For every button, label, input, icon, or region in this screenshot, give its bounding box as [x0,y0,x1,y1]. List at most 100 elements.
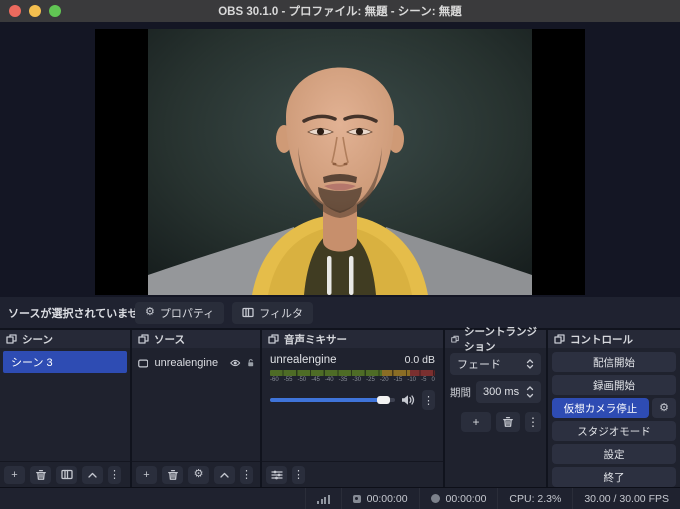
audio-sliders-icon [271,469,283,481]
controls-dock-header[interactable]: コントロール [548,330,680,348]
dock-icon [6,334,17,345]
virtual-camera-settings-button[interactable]: ⚙ [652,398,676,418]
obs-window: OBS 30.1.0 - プロファイル: 無題 - シーン: 無題 [0,0,680,509]
cpu-usage-value: CPU: 2.3% [509,493,561,505]
mixer-channel-name: unrealengine [270,354,337,366]
duration-value: 300 ms [483,386,519,398]
mixer-channel-menu-button[interactable]: ⋮ [422,390,435,410]
filter-icon [242,307,254,318]
studio-mode-button[interactable]: スタジオモード [552,421,676,441]
controls-dock-title: コントロール [570,332,633,347]
source-item-label: unrealengine [154,357,218,369]
dock-icon [138,334,149,345]
scene-filters-button[interactable] [56,466,77,484]
scenes-dock-title: シーン [22,332,53,347]
sources-dock: ソース unrealengine + ⚙ [132,330,260,487]
dock-icon [554,334,565,345]
stream-status-icon [353,495,361,503]
sources-dock-toolbar: + ⚙ ⋮ [132,461,260,487]
add-scene-button[interactable]: + [4,466,25,484]
scenes-dock-header[interactable]: シーン [0,330,130,348]
vertical-dots-icon: ⋮ [109,468,120,481]
start-recording-button[interactable]: 録画開始 [552,375,676,395]
gear-icon: ⚙ [194,469,204,480]
video-source-unrealengine[interactable] [148,29,532,295]
vertical-dots-icon: ⋮ [527,415,539,429]
settings-button[interactable]: 設定 [552,444,676,464]
vertical-dots-icon: ⋮ [423,394,434,407]
filter-icon [61,469,73,480]
properties-button-label: プロパティ [160,305,214,321]
trash-icon [35,469,47,481]
volume-slider-handle[interactable] [377,396,390,404]
dock-icon [451,334,459,345]
visibility-eye-icon[interactable] [230,358,240,368]
gear-icon: ⚙ [659,403,669,414]
scene-transitions-dock-header[interactable]: シーントランジション [445,330,546,348]
sources-more-button[interactable]: ⋮ [240,466,253,484]
titlebar: OBS 30.1.0 - プロファイル: 無題 - シーン: 無題 [0,0,680,22]
scenes-more-button[interactable]: ⋮ [108,466,121,484]
vertical-dots-icon: ⋮ [241,468,252,481]
transition-select[interactable]: フェード [450,353,541,375]
add-source-button[interactable]: + [136,466,157,484]
close-window-button[interactable] [9,5,21,17]
dock-icon [268,334,279,345]
chevron-up-icon [87,471,98,479]
display-capture-icon [138,358,148,369]
record-status-icon [431,494,440,503]
exit-button[interactable]: 終了 [552,467,676,487]
no-source-selected-text: ソースが選択されていません [8,305,150,321]
audio-mixer-dock-header[interactable]: 音声ミキサー [262,330,443,348]
digital-human-render [148,29,532,295]
scenes-dock: シーン シーン 3 + ⋮ [0,330,130,487]
preview-area[interactable] [0,22,680,297]
source-list-item[interactable]: unrealengine [138,353,254,373]
mixer-dock-toolbar: ⋮ [262,461,443,487]
scene-list-item-selected[interactable]: シーン 3 [3,351,127,373]
scene-transitions-dock-title: シーントランジション [464,324,540,354]
remove-source-button[interactable] [162,466,183,484]
record-timer: 00:00:00 [419,488,498,509]
scenes-dock-toolbar: + ⋮ [0,461,130,487]
mixer-more-button[interactable]: ⋮ [292,466,305,484]
remove-scene-button[interactable] [30,466,51,484]
start-streaming-button[interactable]: 配信開始 [552,352,676,372]
remove-transition-button[interactable] [496,412,520,432]
gear-icon: ⚙ [145,307,155,318]
audio-mixer-dock-title: 音声ミキサー [284,332,347,347]
chevron-up-icon [219,471,230,479]
meter-scale: -60-55 -50-45 -40-35 -30-25 -20-15 -10-5… [270,377,435,383]
spin-arrows-icon[interactable] [526,385,534,399]
filters-button[interactable]: フィルタ [232,302,313,324]
record-time-value: 00:00:00 [446,493,487,505]
window-title: OBS 30.1.0 - プロファイル: 無題 - シーン: 無題 [218,3,462,19]
properties-button[interactable]: ⚙ プロパティ [135,302,224,324]
move-source-up-button[interactable] [214,466,235,484]
preview-canvas[interactable] [95,29,585,295]
move-scene-up-button[interactable] [82,466,103,484]
scene-transitions-dock: シーントランジション フェード 期間 300 ms + [445,330,546,487]
volume-slider[interactable] [270,398,395,402]
stream-timer: 00:00:00 [341,488,419,509]
source-properties-button[interactable]: ⚙ [188,466,209,484]
trash-icon [167,469,179,481]
duration-spinbox[interactable]: 300 ms [476,381,541,403]
lock-icon[interactable] [247,357,254,369]
mixer-channel-level: 0.0 dB [405,354,435,366]
controls-dock: コントロール 配信開始 録画開始 仮想カメラ停止 ⚙ スタジオモード 設定 終了 [548,330,680,487]
advanced-audio-button[interactable] [266,466,287,484]
add-transition-button[interactable]: + [461,412,491,432]
sources-dock-header[interactable]: ソース [132,330,260,348]
speaker-icon[interactable] [401,394,416,406]
minimize-window-button[interactable] [29,5,41,17]
stop-virtual-camera-button[interactable]: 仮想カメラ停止 [552,398,649,418]
duration-label: 期間 [450,385,471,400]
zoom-window-button[interactable] [49,5,61,17]
transition-more-button[interactable]: ⋮ [525,412,541,432]
connection-status [305,488,341,509]
sources-dock-title: ソース [154,332,185,347]
fps-indicator: 30.00 / 30.00 FPS [572,488,680,509]
status-bar: 00:00:00 00:00:00 CPU: 2.3% 30.00 / 30.0… [0,487,680,509]
trash-icon [502,416,514,428]
